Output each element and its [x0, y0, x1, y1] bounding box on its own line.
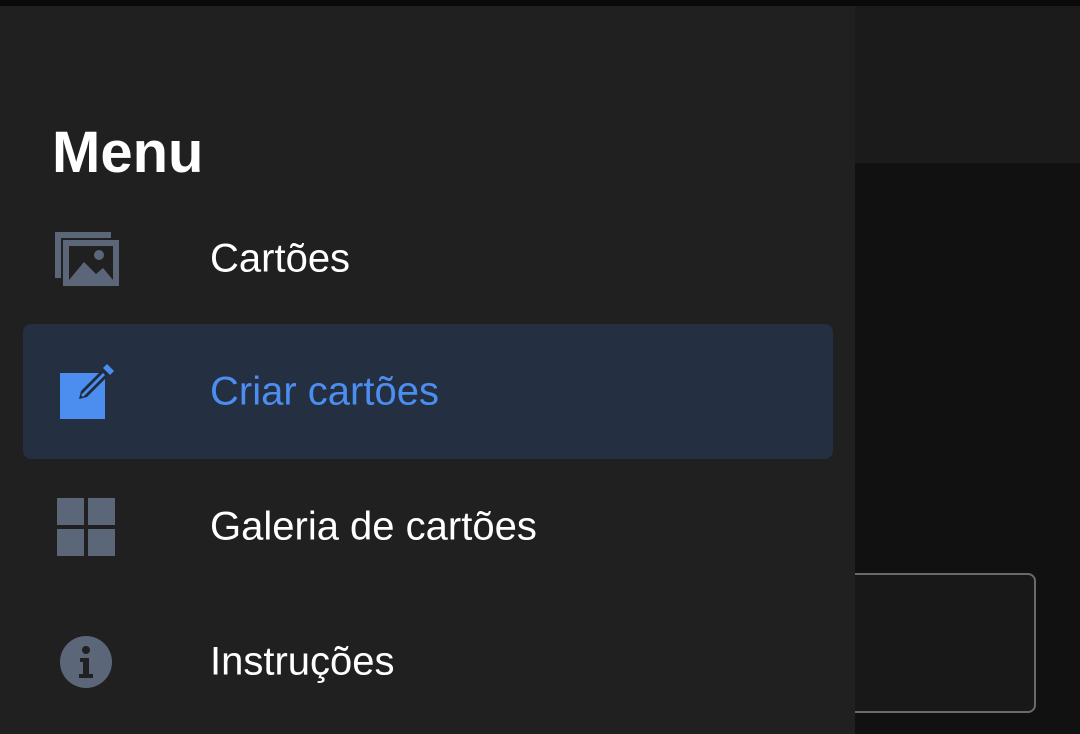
- navigation-drawer: Menu Cartões Criar cartões Galeria de ca…: [0, 6, 855, 734]
- edit-square-icon: [51, 357, 121, 427]
- menu-item-cartoes[interactable]: Cartões: [23, 191, 833, 326]
- menu-item-label: Galeria de cartões: [210, 504, 537, 548]
- menu-item-label: Cartões: [210, 236, 351, 280]
- menu-item-label: Instruções: [210, 639, 395, 683]
- menu-item-galeria[interactable]: Galeria de cartões: [23, 459, 833, 594]
- image-gallery-icon: [51, 224, 121, 294]
- menu-item-criar-cartoes[interactable]: Criar cartões: [23, 324, 833, 459]
- grid-view-icon: [51, 492, 121, 562]
- menu-item-label: Criar cartões: [210, 369, 439, 413]
- info-icon: [51, 627, 121, 697]
- menu-item-instrucoes[interactable]: Instruções: [23, 594, 833, 729]
- drawer-title: Menu: [52, 120, 204, 185]
